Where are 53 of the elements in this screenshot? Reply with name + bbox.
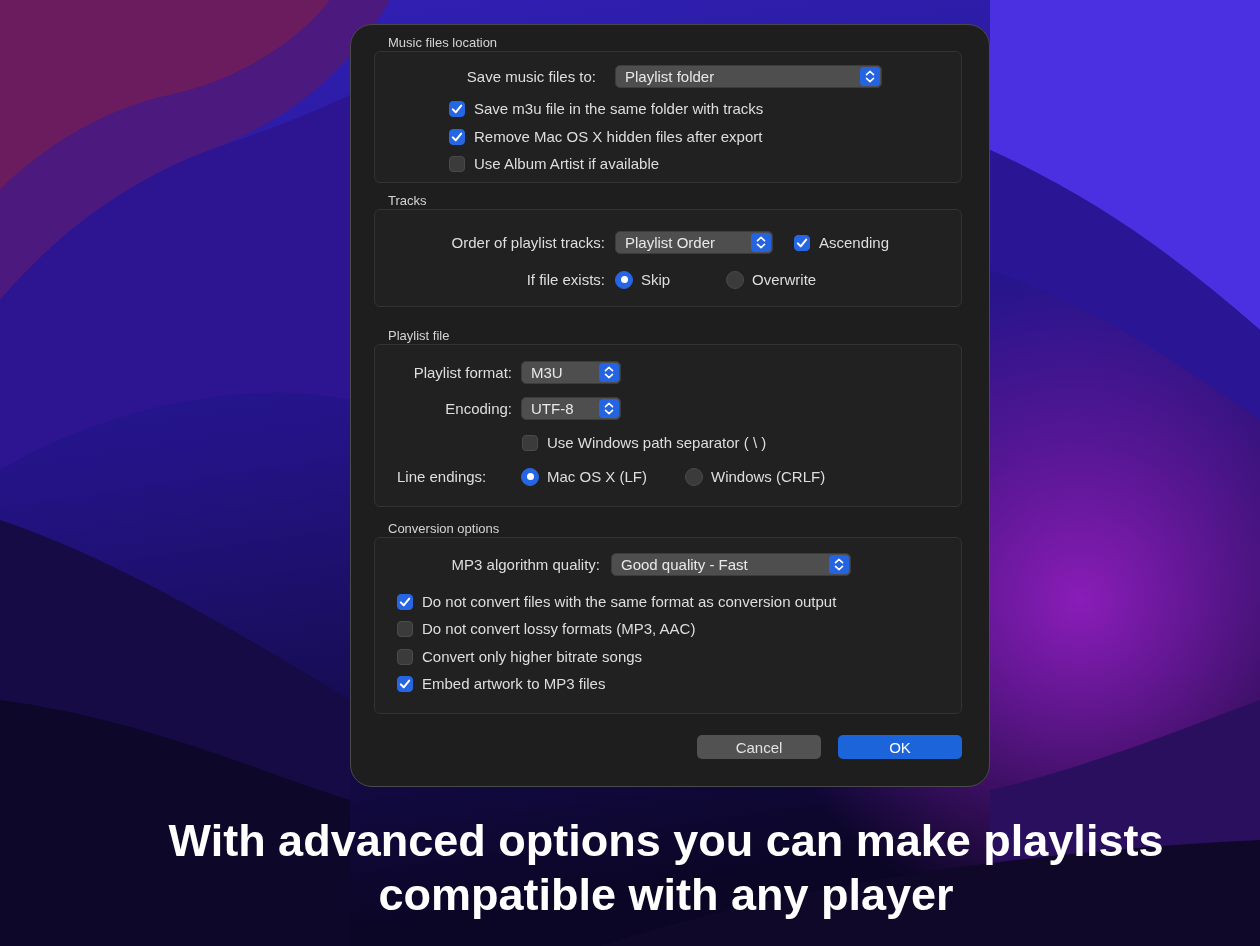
field-label: MP3 algorithm quality:	[451, 555, 600, 574]
checkbox[interactable]	[397, 620, 413, 637]
section-title: Music files location	[388, 34, 498, 51]
section-title: Conversion options	[388, 520, 500, 537]
radio-button[interactable]	[726, 270, 744, 289]
radio-label: Skip	[641, 270, 671, 289]
checkmark-icon	[451, 102, 463, 115]
field-label: If file exists:	[526, 270, 605, 289]
section-title: Playlist file	[388, 327, 450, 344]
checkmark-icon	[399, 677, 411, 690]
checkmark-icon	[399, 595, 411, 608]
checkbox[interactable]	[522, 434, 538, 451]
checkbox-label: Do not convert files with the same format as conversion output	[422, 592, 837, 611]
popup-menu[interactable]: Playlist Order	[615, 231, 773, 254]
stepper-arrows-icon	[860, 67, 880, 86]
checkbox-label: Convert only higher bitrate songs	[422, 647, 643, 666]
field-label: Line endings:	[397, 467, 487, 486]
radio-label: Windows (CRLF)	[711, 467, 826, 486]
checkmark-icon	[796, 236, 808, 249]
stepper-arrows-icon	[599, 399, 619, 418]
checkbox[interactable]	[794, 234, 810, 251]
popup-menu[interactable]: Good quality - Fast	[611, 553, 851, 576]
radio-button[interactable]	[685, 467, 703, 486]
checkbox[interactable]	[449, 100, 465, 117]
checkbox[interactable]	[397, 648, 413, 665]
radio-label: Mac OS X (LF)	[547, 467, 647, 486]
checkbox[interactable]	[397, 593, 413, 610]
checkbox-label: Embed artwork to MP3 files	[422, 674, 606, 693]
radio-button[interactable]	[615, 270, 633, 289]
checkbox-label: Use Album Artist if available	[474, 154, 660, 173]
stepper-arrows-icon	[829, 555, 849, 574]
checkbox[interactable]	[449, 128, 465, 145]
checkbox[interactable]	[449, 155, 465, 172]
field-label: Order of playlist tracks:	[451, 233, 605, 252]
field-label: Playlist format:	[413, 363, 512, 382]
checkbox-label: Remove Mac OS X hidden files after export	[474, 127, 763, 146]
section-title: Tracks	[388, 192, 427, 209]
checkmark-icon	[451, 130, 463, 143]
field-label: Encoding:	[445, 399, 512, 418]
checkbox-label: Use Windows path separator ( \ )	[547, 433, 767, 452]
radio-label: Overwrite	[752, 270, 817, 289]
popup-menu[interactable]: M3U	[521, 361, 621, 384]
checkbox-label: Do not convert lossy formats (MP3, AAC)	[422, 619, 696, 638]
field-label: Save music files to:	[466, 67, 596, 86]
checkbox[interactable]	[397, 675, 413, 692]
caption-text: With advanced options you can make playlists compatible with any player	[167, 814, 1165, 922]
checkbox-label: Save m3u file in the same folder with tracks	[474, 99, 764, 118]
popup-menu[interactable]: Playlist folder	[615, 65, 882, 88]
checkbox-label: Ascending	[819, 233, 890, 252]
radio-button[interactable]	[521, 467, 539, 486]
stepper-arrows-icon	[751, 233, 771, 252]
popup-menu[interactable]: UTF-8	[521, 397, 621, 420]
stepper-arrows-icon	[599, 363, 619, 382]
